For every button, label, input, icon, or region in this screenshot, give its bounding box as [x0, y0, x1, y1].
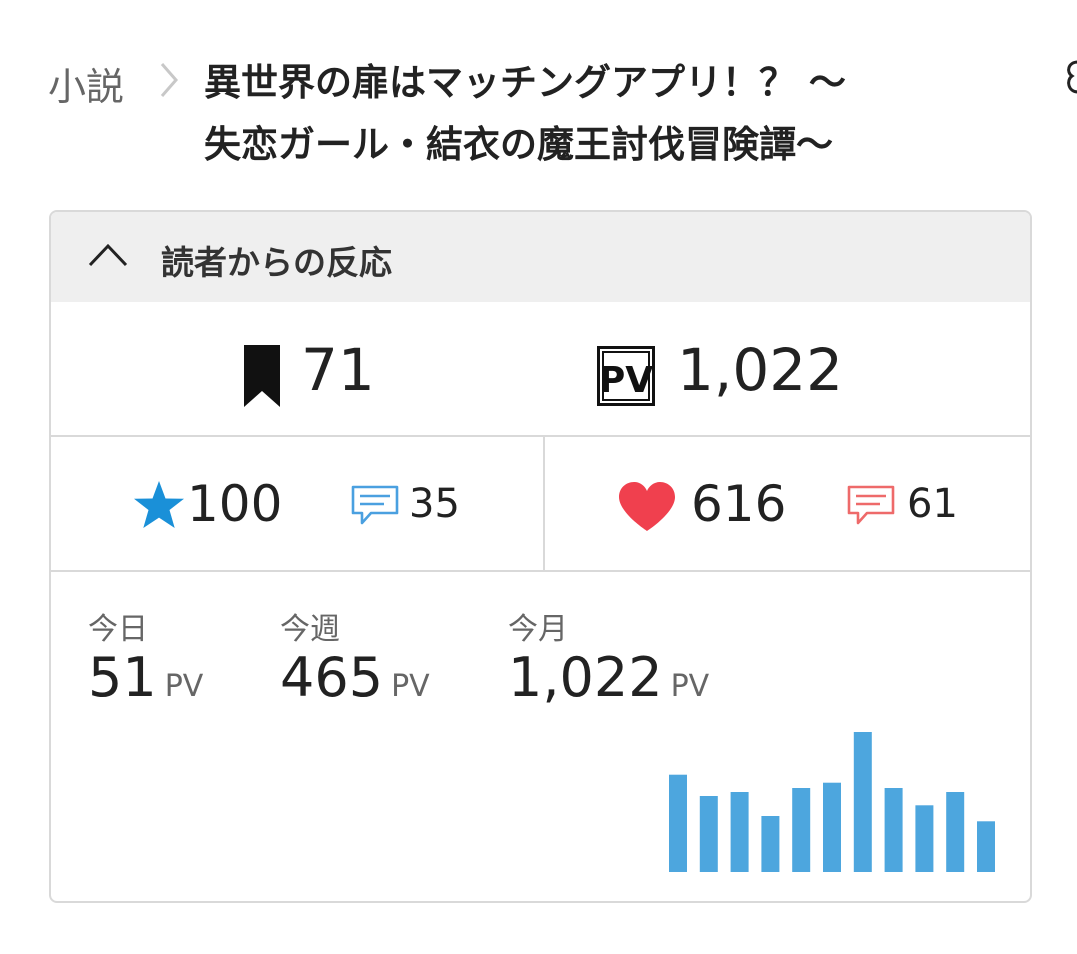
svg-text:PV: PV	[599, 360, 653, 401]
pv-month-value-group: 1,022 PV	[508, 646, 709, 709]
star-icon	[134, 481, 184, 528]
star-count: 100	[187, 475, 283, 533]
pv-week-unit: PV	[391, 669, 430, 704]
chevron-up-icon	[88, 243, 128, 267]
reactions-header-toggle[interactable]: 読者からの反応	[51, 212, 1030, 302]
pv-bar	[792, 788, 811, 872]
pv-bar	[699, 796, 718, 872]
work-title-line-2: 失恋ガール・結衣の魔王討伐冒険譚〜	[204, 123, 833, 166]
pv-today-value: 51	[88, 646, 157, 709]
cropped-edge-icon	[1067, 60, 1077, 94]
reader-reactions-panel: 読者からの反応 71 PV 1,022 100 35 616 61 今日 51 …	[49, 210, 1032, 903]
pv-bar	[853, 732, 872, 872]
chevron-right-icon	[160, 63, 178, 97]
pv-bar	[823, 782, 841, 872]
totals-row: 71 PV 1,022	[51, 302, 1030, 437]
pv-bar	[915, 805, 934, 872]
work-title-line-1: 異世界の扉はマッチングアプリ！？ 〜	[204, 61, 846, 104]
breadcrumb: 小説 異世界の扉はマッチングアプリ！？ 〜 失恋ガール・結衣の魔王討伐冒険譚〜	[48, 50, 1048, 170]
total-pv-stat: PV 1,022	[597, 336, 857, 412]
reactions-header-title: 読者からの反応	[161, 243, 392, 282]
pv-week-value: 465	[280, 646, 384, 709]
pv-badge-icon: PV	[597, 346, 655, 406]
pv-week-label: 今週	[280, 612, 340, 647]
comment-count: 61	[907, 481, 958, 527]
pv-today-value-group: 51 PV	[88, 646, 203, 709]
pv-bar	[884, 788, 903, 872]
pv-bar	[761, 816, 780, 872]
reviews-link[interactable]: 35	[351, 481, 471, 531]
pv-bar	[977, 821, 995, 872]
total-pv-count: 1,022	[677, 336, 844, 404]
column-divider	[543, 437, 545, 570]
heart-icon	[619, 482, 675, 531]
review-bubble-icon	[351, 485, 399, 525]
pv-bar	[946, 792, 965, 872]
pv-month-value: 1,022	[508, 646, 663, 709]
pv-month-unit: PV	[670, 669, 710, 704]
bookmark-icon	[244, 345, 280, 407]
pv-bar	[669, 774, 687, 872]
pv-today-unit: PV	[164, 669, 204, 704]
work-title-link[interactable]: 異世界の扉はマッチングアプリ！？ 〜 失恋ガール・結衣の魔王討伐冒険譚〜	[204, 52, 1004, 176]
bookmark-stat: 71	[243, 336, 383, 412]
pv-today-label: 今日	[88, 612, 148, 647]
comments-link[interactable]: 61	[847, 481, 967, 531]
comment-bubble-icon	[847, 485, 895, 525]
like-count: 616	[691, 475, 787, 533]
bookmark-count: 71	[301, 336, 375, 404]
review-count: 35	[409, 481, 460, 527]
ratings-row: 100 35 616 61	[51, 437, 1030, 572]
breadcrumb-novel-link[interactable]: 小説	[48, 56, 124, 111]
pv-month-label: 今月	[508, 612, 568, 647]
daily-pv-bar-chart	[669, 732, 995, 872]
pv-week-value-group: 465 PV	[280, 646, 430, 709]
pv-bar	[730, 792, 749, 872]
